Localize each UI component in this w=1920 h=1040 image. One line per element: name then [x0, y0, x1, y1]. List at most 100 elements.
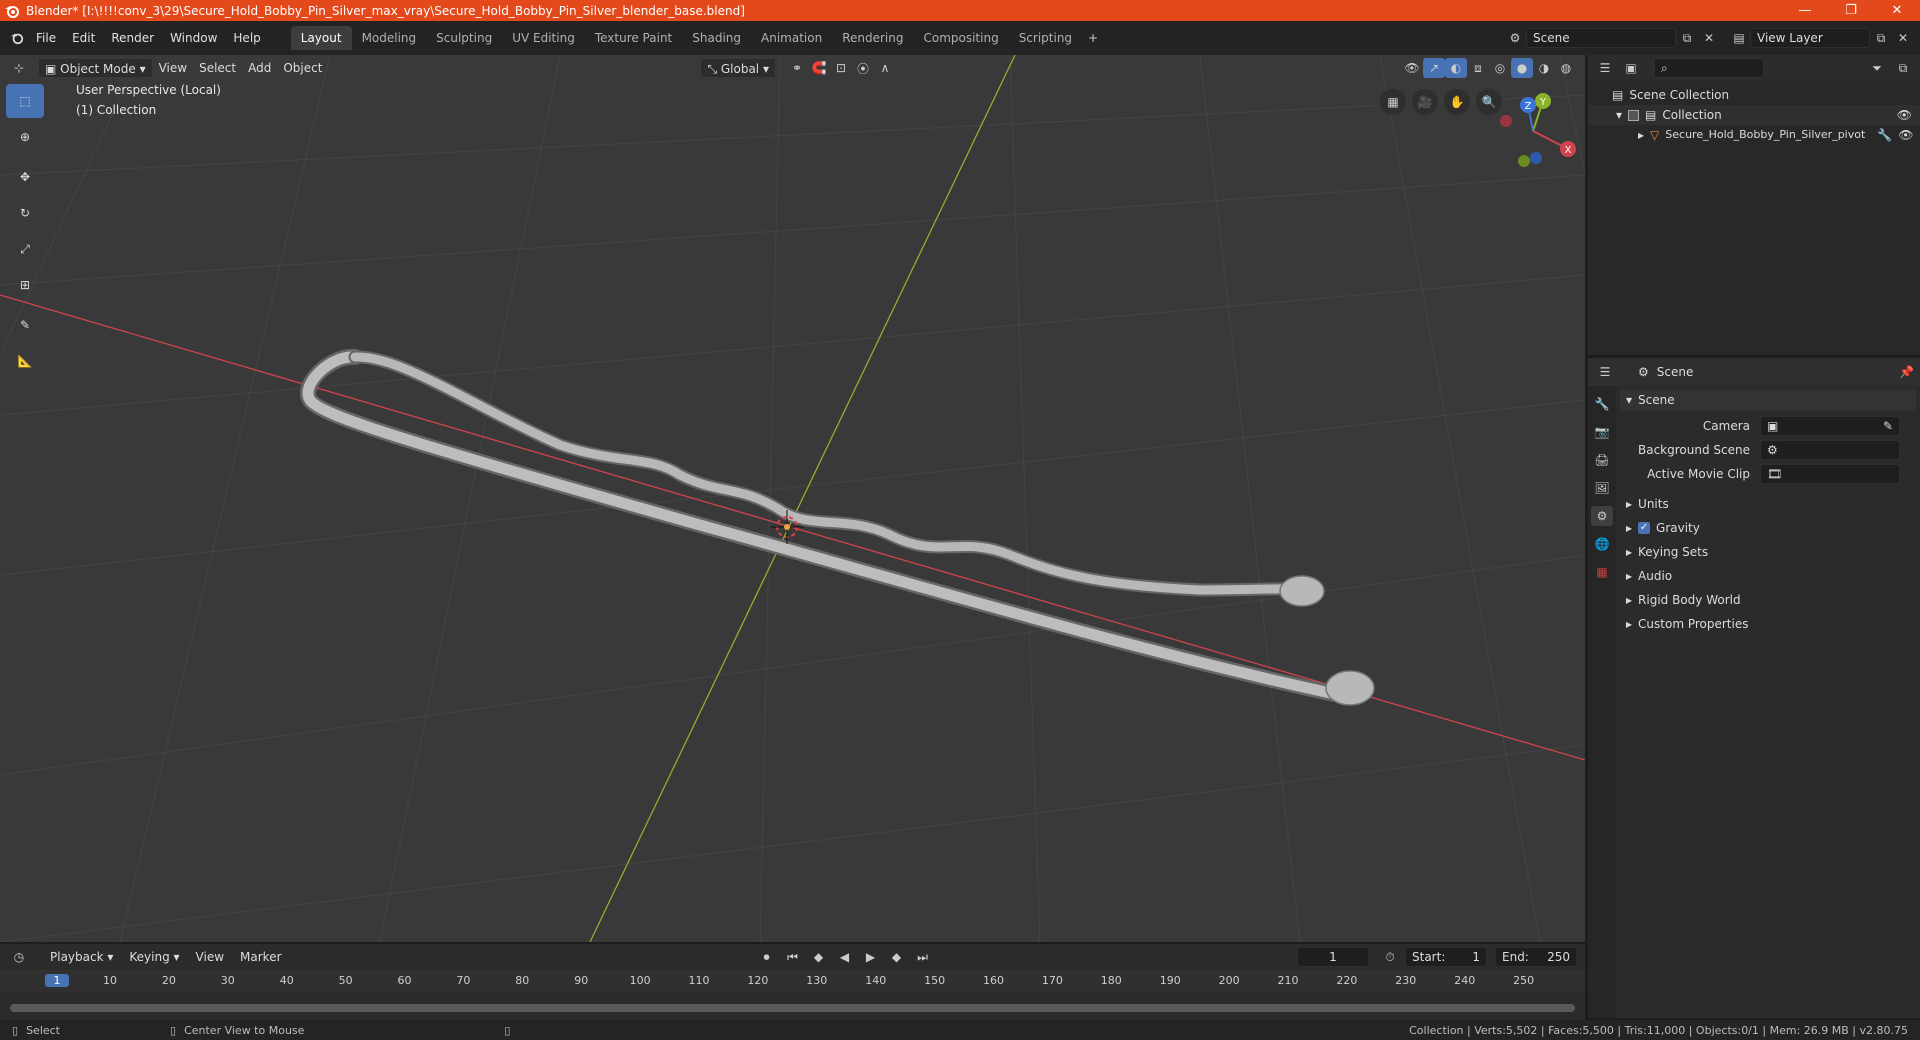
- start-frame-field[interactable]: Start: 1: [1405, 947, 1487, 967]
- modifier-wrench-icon[interactable]: 🔧: [1877, 125, 1892, 145]
- scale-tool-icon[interactable]: ⤢: [6, 232, 44, 266]
- move-tool-icon[interactable]: ✥: [6, 160, 44, 194]
- frame-ruler[interactable]: 1 10 20 30 40 50 60 70 80 90 100 110 120 130 140 150 160…: [0, 970, 1585, 992]
- outliner-row-object[interactable]: ▸ ▽ Secure_Hold_Bobby_Pin_Silver_pivot 🔧…: [1588, 125, 1920, 145]
- eyedropper-icon[interactable]: ✎: [1883, 417, 1893, 435]
- filter-icon[interactable]: ⏷: [1866, 58, 1888, 78]
- next-keyframe-icon[interactable]: ◆: [886, 947, 908, 967]
- visibility-icon[interactable]: 👁: [1401, 58, 1423, 78]
- section-custom-properties[interactable]: ▸ Custom Properties: [1620, 614, 1916, 634]
- menu-file[interactable]: File: [28, 27, 64, 49]
- close-button[interactable]: ✕: [1874, 0, 1920, 21]
- rotate-tool-icon[interactable]: ↻: [6, 196, 44, 230]
- camera-field[interactable]: ▣ ✎: [1760, 416, 1900, 436]
- pivot-icon[interactable]: ⚭: [786, 58, 808, 78]
- view-layer-tab-icon[interactable]: 🖼: [1591, 478, 1613, 498]
- outliner-row-collection[interactable]: ▾ ▤ Collection 👁: [1588, 105, 1920, 125]
- display-mode-icon[interactable]: ▣: [1620, 58, 1642, 78]
- pin-icon[interactable]: 📌: [1899, 362, 1914, 382]
- tab-rendering[interactable]: Rendering: [832, 26, 913, 50]
- menu-marker[interactable]: Marker: [234, 947, 287, 967]
- record-icon[interactable]: ⏺: [756, 947, 778, 967]
- falloff-icon[interactable]: ∧: [874, 58, 896, 78]
- gizmo-toggle-icon[interactable]: ↗: [1423, 58, 1445, 78]
- menu-add[interactable]: Add: [242, 58, 277, 78]
- outliner-row-scene-collection[interactable]: ▤ Scene Collection: [1588, 85, 1920, 105]
- xray-icon[interactable]: ⧈: [1467, 58, 1489, 78]
- outliner-search-input[interactable]: ⌕: [1654, 58, 1764, 78]
- tool-tab-icon[interactable]: 🔧: [1591, 394, 1613, 414]
- clock-icon[interactable]: ⏱: [1379, 947, 1401, 967]
- snap-icon[interactable]: 🧲: [808, 58, 830, 78]
- tab-compositing[interactable]: Compositing: [913, 26, 1008, 50]
- cursor-tool-icon[interactable]: ⊕: [6, 120, 44, 154]
- gravity-checkbox[interactable]: ✓: [1638, 522, 1651, 534]
- prev-keyframe-icon[interactable]: ◆: [808, 947, 830, 967]
- new-scene-icon[interactable]: ⧉: [1676, 28, 1698, 48]
- tab-shading[interactable]: Shading: [682, 26, 751, 50]
- blender-menu-icon[interactable]: [6, 28, 28, 48]
- menu-help[interactable]: Help: [225, 27, 268, 49]
- texture-tab-icon[interactable]: ▦: [1591, 562, 1613, 582]
- current-frame-field[interactable]: 1: [1297, 947, 1369, 967]
- section-units[interactable]: ▸ Units: [1620, 494, 1916, 514]
- timeline-scrollbar[interactable]: [10, 1004, 1575, 1012]
- tab-uv-editing[interactable]: UV Editing: [502, 26, 585, 50]
- play-icon[interactable]: ▶: [860, 947, 882, 967]
- new-collection-icon[interactable]: ⧉: [1892, 58, 1914, 78]
- timeline-editor-icon[interactable]: ◷: [8, 947, 30, 967]
- remove-view-layer-icon[interactable]: ✕: [1892, 28, 1914, 48]
- maximize-button[interactable]: ❐: [1828, 0, 1874, 21]
- mode-dropdown[interactable]: ▣ Object Mode ▾: [38, 58, 153, 78]
- scene-tab-active-icon[interactable]: ⚙: [1591, 506, 1613, 526]
- overlay-toggle-icon[interactable]: ◐: [1445, 58, 1467, 78]
- tab-animation[interactable]: Animation: [751, 26, 832, 50]
- section-keying-sets[interactable]: ▸ Keying Sets: [1620, 542, 1916, 562]
- menu-object[interactable]: Object: [277, 58, 328, 78]
- camera-view-icon[interactable]: 🎥: [1412, 89, 1438, 115]
- view-layer-field[interactable]: View Layer: [1750, 28, 1870, 48]
- material-shading-icon[interactable]: ◑: [1533, 58, 1555, 78]
- grid-view-icon[interactable]: ▦: [1380, 89, 1406, 115]
- eye-icon[interactable]: 👁: [1898, 125, 1913, 145]
- background-scene-field[interactable]: ⚙: [1760, 440, 1900, 460]
- scene-field[interactable]: Scene: [1526, 28, 1676, 48]
- transform-tool-icon[interactable]: ⊞: [6, 268, 44, 302]
- section-rigid-body-world[interactable]: ▸ Rigid Body World: [1620, 590, 1916, 610]
- pan-hand-icon[interactable]: ✋: [1444, 89, 1470, 115]
- tab-texture-paint[interactable]: Texture Paint: [585, 26, 682, 50]
- menu-keying[interactable]: Keying ▾: [123, 947, 185, 967]
- end-frame-field[interactable]: End: 250: [1495, 947, 1577, 967]
- menu-timeline-view[interactable]: View: [190, 947, 230, 967]
- select-box-tool-icon[interactable]: ⬚: [6, 84, 44, 118]
- solid-shading-icon[interactable]: ●: [1511, 58, 1533, 78]
- jump-end-icon[interactable]: ⏭: [912, 947, 934, 967]
- menu-window[interactable]: Window: [162, 27, 225, 49]
- tab-sculpting[interactable]: Sculpting: [426, 26, 502, 50]
- section-audio[interactable]: ▸ Audio: [1620, 566, 1916, 586]
- menu-edit[interactable]: Edit: [64, 27, 103, 49]
- render-tab-icon[interactable]: 📷: [1591, 422, 1613, 442]
- 3d-viewport[interactable]: User Perspective (Local) (1) Collection …: [0, 55, 1585, 942]
- section-gravity[interactable]: ▸ ✓ Gravity: [1620, 518, 1916, 538]
- rendered-shading-icon[interactable]: ◍: [1555, 58, 1577, 78]
- menu-render[interactable]: Render: [103, 27, 162, 49]
- world-tab-icon[interactable]: 🌐: [1591, 534, 1613, 554]
- tab-layout[interactable]: Layout: [290, 26, 352, 50]
- scene-panel-header[interactable]: ▾ Scene: [1620, 390, 1916, 410]
- jump-start-icon[interactable]: ⏮: [782, 947, 804, 967]
- play-reverse-icon[interactable]: ◀: [834, 947, 856, 967]
- tab-scripting[interactable]: Scripting: [1009, 26, 1082, 50]
- outliner-editor-icon[interactable]: ☰: [1594, 58, 1616, 78]
- annotate-tool-icon[interactable]: ✎: [6, 308, 44, 342]
- editor-type-icon[interactable]: ⊹: [8, 58, 30, 78]
- orientation-dropdown[interactable]: ⤡ Global ▾: [700, 58, 776, 78]
- minimize-button[interactable]: —: [1782, 0, 1828, 21]
- scene-selector-icon[interactable]: ⚙: [1504, 28, 1526, 48]
- menu-select[interactable]: Select: [193, 58, 242, 78]
- bobby-pin-mesh[interactable]: [300, 349, 1375, 706]
- snap-target-icon[interactable]: ⊡: [830, 58, 852, 78]
- menu-view[interactable]: View: [153, 58, 193, 78]
- add-workspace-icon[interactable]: +: [1082, 28, 1104, 48]
- remove-scene-icon[interactable]: ✕: [1698, 28, 1720, 48]
